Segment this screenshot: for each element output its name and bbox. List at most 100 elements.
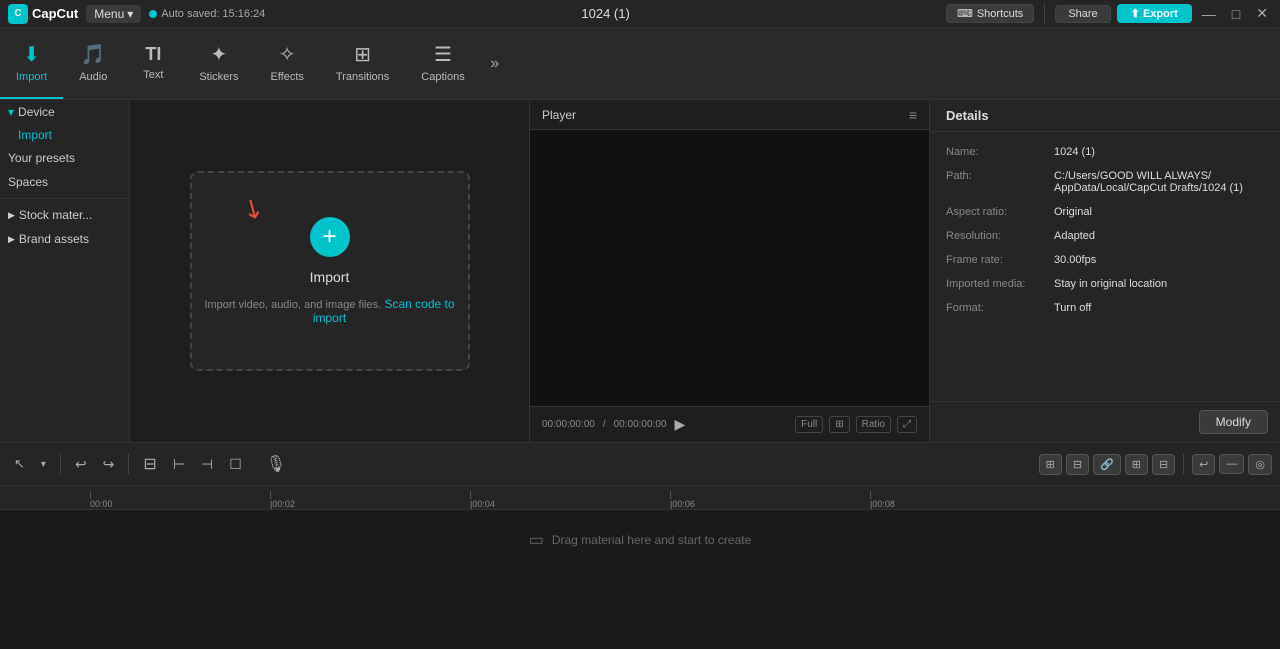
sidebar-item-spaces[interactable]: Spaces (0, 170, 129, 194)
chevron-down-icon: ▾ (8, 105, 14, 119)
detail-val-aspect: Original (1054, 206, 1092, 218)
select-dropdown-button[interactable]: ▾ (35, 455, 52, 474)
sidebar-brand-section[interactable]: ▶ Brand assets (0, 227, 129, 251)
grid-button[interactable]: ⊟ (1152, 454, 1175, 475)
close-button[interactable]: ✕ (1252, 5, 1272, 22)
menu-label: Menu (94, 7, 124, 21)
modify-button[interactable]: Modify (1199, 410, 1268, 434)
transitions-tool-label: Transitions (336, 71, 389, 83)
link-button[interactable]: 🔗 (1093, 454, 1121, 475)
import-area: ↘ + Import Import video, audio, and imag… (130, 100, 529, 442)
divider (1044, 4, 1045, 24)
shortcuts-button[interactable]: ⌨ Shortcuts (946, 4, 1034, 23)
split-button-3[interactable]: ⊣ (195, 452, 219, 477)
undo-button[interactable]: ↩ (69, 452, 93, 477)
tool-effects[interactable]: ✧ Effects (254, 28, 319, 99)
stickers-tool-icon: ✦ (211, 42, 228, 67)
timeline-drop-area[interactable]: ▭ Drag material here and start to create (0, 510, 1280, 570)
ruler-label-0: 00:00 (90, 499, 113, 509)
tool-text[interactable]: TI Text (123, 28, 183, 99)
sidebar-item-presets[interactable]: Your presets (0, 146, 129, 170)
top-right-controls: ⌨ Shortcuts Share ⬆ Export — □ ✕ (946, 4, 1272, 24)
media-panel: ↘ + Import Import video, audio, and imag… (130, 100, 530, 442)
export-button[interactable]: ⬆ Export (1117, 4, 1192, 23)
sidebar-stock-section[interactable]: ▶ Stock mater... (0, 203, 129, 227)
detail-row-imported: Imported media: Stay in original locatio… (930, 272, 1280, 296)
full-button[interactable]: Full (795, 416, 823, 433)
minimize-button[interactable]: — (1198, 6, 1220, 22)
import-dropzone[interactable]: ↘ + Import Import video, audio, and imag… (190, 171, 470, 371)
import-description: Import video, audio, and image files. Sc… (192, 297, 468, 325)
tool-stickers[interactable]: ✦ Stickers (183, 28, 254, 99)
mic-button[interactable]: 🎙 (260, 450, 292, 478)
timeline: 00:00 |00:02 |00:04 |00:06 |00:08 (0, 486, 1280, 649)
select-tool-button[interactable]: ↖ (8, 452, 31, 476)
ruler-tick-3 (670, 491, 671, 499)
sidebar-import-label: Import (18, 128, 52, 142)
share-label: Share (1068, 8, 1097, 20)
details-header: Details (930, 100, 1280, 132)
splitview-button[interactable]: ⊞ (1125, 454, 1148, 475)
ratio-button[interactable]: Ratio (856, 416, 891, 433)
main-toolbar: ⬇ Import 🎵 Audio TI Text ✦ Stickers ✧ Ef… (0, 28, 1280, 100)
menu-button[interactable]: Menu ▾ (86, 5, 141, 23)
player-header: Player ≡ (530, 100, 929, 130)
ruler-mark-4: |00:08 (870, 491, 1070, 509)
play-button[interactable]: ▶ (674, 416, 685, 433)
detail-val-path: C:/Users/GOOD WILL ALWAYS/AppData/Local/… (1054, 170, 1243, 194)
audio-tool-label: Audio (79, 71, 107, 83)
detail-key-aspect: Aspect ratio: (946, 206, 1046, 218)
player-title: Player (542, 108, 576, 122)
toolbar-sep-1 (60, 454, 61, 474)
export-icon: ⬆ (1131, 8, 1140, 20)
delete-button[interactable]: ☐ (223, 452, 248, 477)
detail-row-format: Format: Turn off (930, 296, 1280, 320)
detail-row-aspect: Aspect ratio: Original (930, 200, 1280, 224)
top-bar: C CapCut Menu ▾ Auto saved: 15:16:24 102… (0, 0, 1280, 28)
expand-button[interactable]: ⤢ (897, 416, 917, 433)
text-tool-label: Text (143, 69, 163, 81)
import-plus-icon: + (322, 223, 336, 251)
audio-tool-icon: 🎵 (81, 42, 106, 67)
magnetic-button[interactable]: ⊞ (1039, 454, 1062, 475)
captions-tool-icon: ☰ (434, 42, 452, 67)
sidebar-item-import[interactable]: Import (0, 124, 129, 146)
ruler-tick-2 (470, 491, 471, 499)
undo2-button[interactable]: ↩ (1192, 454, 1215, 475)
tool-captions[interactable]: ☰ Captions (405, 28, 480, 99)
bottom-toolbar: ↖ ▾ ↩ ↪ ⊟ ⊢ ⊣ ☐ 🎙 ⊞ ⊟ 🔗 ⊞ ⊟ ↩ — ◎ (0, 442, 1280, 486)
split-button-2[interactable]: ⊢ (167, 452, 191, 477)
tool-audio[interactable]: 🎵 Audio (63, 28, 123, 99)
more-tools-button[interactable]: » (481, 28, 509, 99)
circle-indicator: ◎ (1248, 454, 1272, 475)
main-area: ▾ Device Import Your presets Spaces ▶ St… (0, 100, 1280, 442)
auto-save-status: Auto saved: 15:16:24 (149, 8, 265, 20)
zoom-button[interactable]: ⊞ (829, 416, 849, 433)
sidebar-device-section[interactable]: ▾ Device (0, 100, 129, 124)
import-circle-button[interactable]: + (310, 217, 350, 257)
menu-arrow-icon: ▾ (127, 7, 133, 21)
app-logo: C CapCut (8, 4, 78, 24)
chevron-right-icon: ▶ (8, 210, 15, 221)
detail-key-name: Name: (946, 146, 1046, 158)
player-time-current: 00:00:00:00 (542, 419, 595, 430)
detail-row-path: Path: C:/Users/GOOD WILL ALWAYS/AppData/… (930, 164, 1280, 200)
detail-row-name: Name: 1024 (1) (930, 140, 1280, 164)
chevron-right-icon-2: ▶ (8, 234, 15, 245)
ruler-mark-0: 00:00 (90, 491, 270, 509)
multitrack-button[interactable]: ⊟ (1066, 454, 1089, 475)
tool-transitions[interactable]: ⊞ Transitions (320, 28, 405, 99)
detail-row-framerate: Frame rate: 30.00fps (930, 248, 1280, 272)
zoom-minus-button[interactable]: — (1219, 454, 1244, 474)
tool-import[interactable]: ⬇ Import (0, 28, 63, 99)
auto-save-dot (149, 10, 157, 18)
share-button[interactable]: Share (1055, 5, 1110, 23)
detail-key-path: Path: (946, 170, 1046, 194)
sidebar: ▾ Device Import Your presets Spaces ▶ St… (0, 100, 130, 442)
maximize-button[interactable]: □ (1228, 6, 1244, 22)
split-button-1[interactable]: ⊟ (137, 450, 162, 478)
redo-button[interactable]: ↪ (97, 452, 121, 477)
player-menu-button[interactable]: ≡ (909, 107, 917, 123)
timeline-ruler: 00:00 |00:02 |00:04 |00:06 |00:08 (0, 486, 1280, 510)
effects-tool-icon: ✧ (279, 42, 296, 67)
